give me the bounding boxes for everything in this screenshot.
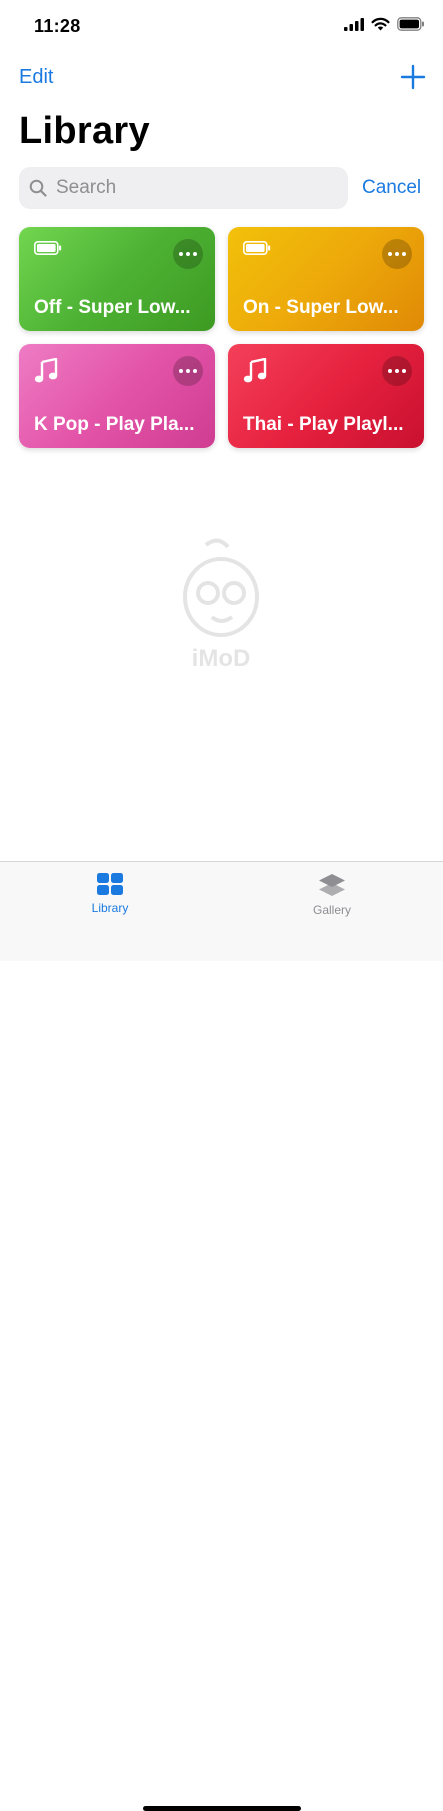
ellipsis-icon xyxy=(388,252,406,256)
page-title: Library xyxy=(19,110,150,152)
home-indicator xyxy=(143,1806,301,1811)
shortcut-card-on-super-low[interactable]: On - Super Low... xyxy=(228,227,424,331)
shortcut-label: K Pop - Play Pla... xyxy=(34,414,195,435)
tab-gallery[interactable]: Gallery xyxy=(272,872,392,917)
tab-gallery-label: Gallery xyxy=(312,903,351,917)
ellipsis-icon xyxy=(388,369,406,373)
watermark-logo-icon xyxy=(183,538,259,637)
shortcut-label: Off - Super Low... xyxy=(34,297,191,318)
more-options-button[interactable] xyxy=(173,356,203,386)
watermark-text: iMoD xyxy=(191,645,251,672)
tab-bar: Library Gallery xyxy=(0,861,443,1811)
ellipsis-icon xyxy=(179,252,197,256)
more-options-button[interactable] xyxy=(382,239,412,269)
more-options-button[interactable] xyxy=(173,239,203,269)
status-bar: 11:28 xyxy=(0,0,443,52)
gallery-layers-icon xyxy=(319,874,345,896)
search-input[interactable] xyxy=(54,176,328,200)
battery-icon xyxy=(243,241,271,255)
tab-library[interactable]: Library xyxy=(50,872,170,915)
ellipsis-icon xyxy=(179,369,197,373)
add-shortcut-button[interactable] xyxy=(400,64,426,90)
more-options-button[interactable] xyxy=(382,356,412,386)
shortcut-label: On - Super Low... xyxy=(243,297,399,318)
battery-status-icon xyxy=(397,17,424,31)
shortcut-card-off-super-low[interactable]: Off - Super Low... xyxy=(19,227,215,331)
search-bar[interactable] xyxy=(19,167,348,209)
shortcut-label: Thai - Play Playl... xyxy=(243,414,404,435)
wifi-icon xyxy=(371,17,390,31)
search-icon xyxy=(29,179,47,197)
music-note-icon xyxy=(243,358,267,383)
cancel-button[interactable]: Cancel xyxy=(362,177,421,199)
shortcut-card-kpop-play[interactable]: K Pop - Play Pla... xyxy=(19,344,215,448)
status-icons xyxy=(344,17,425,31)
edit-button[interactable]: Edit xyxy=(19,66,53,89)
watermark: iMoD xyxy=(178,535,264,675)
cellular-signal-icon xyxy=(344,17,364,31)
plus-icon xyxy=(400,64,426,90)
library-grid-icon xyxy=(97,873,123,895)
tab-library-label: Library xyxy=(91,901,129,915)
shortcut-card-thai-play[interactable]: Thai - Play Playl... xyxy=(228,344,424,448)
status-time: 11:28 xyxy=(34,16,81,36)
battery-icon xyxy=(34,241,62,255)
music-note-icon xyxy=(34,358,58,383)
